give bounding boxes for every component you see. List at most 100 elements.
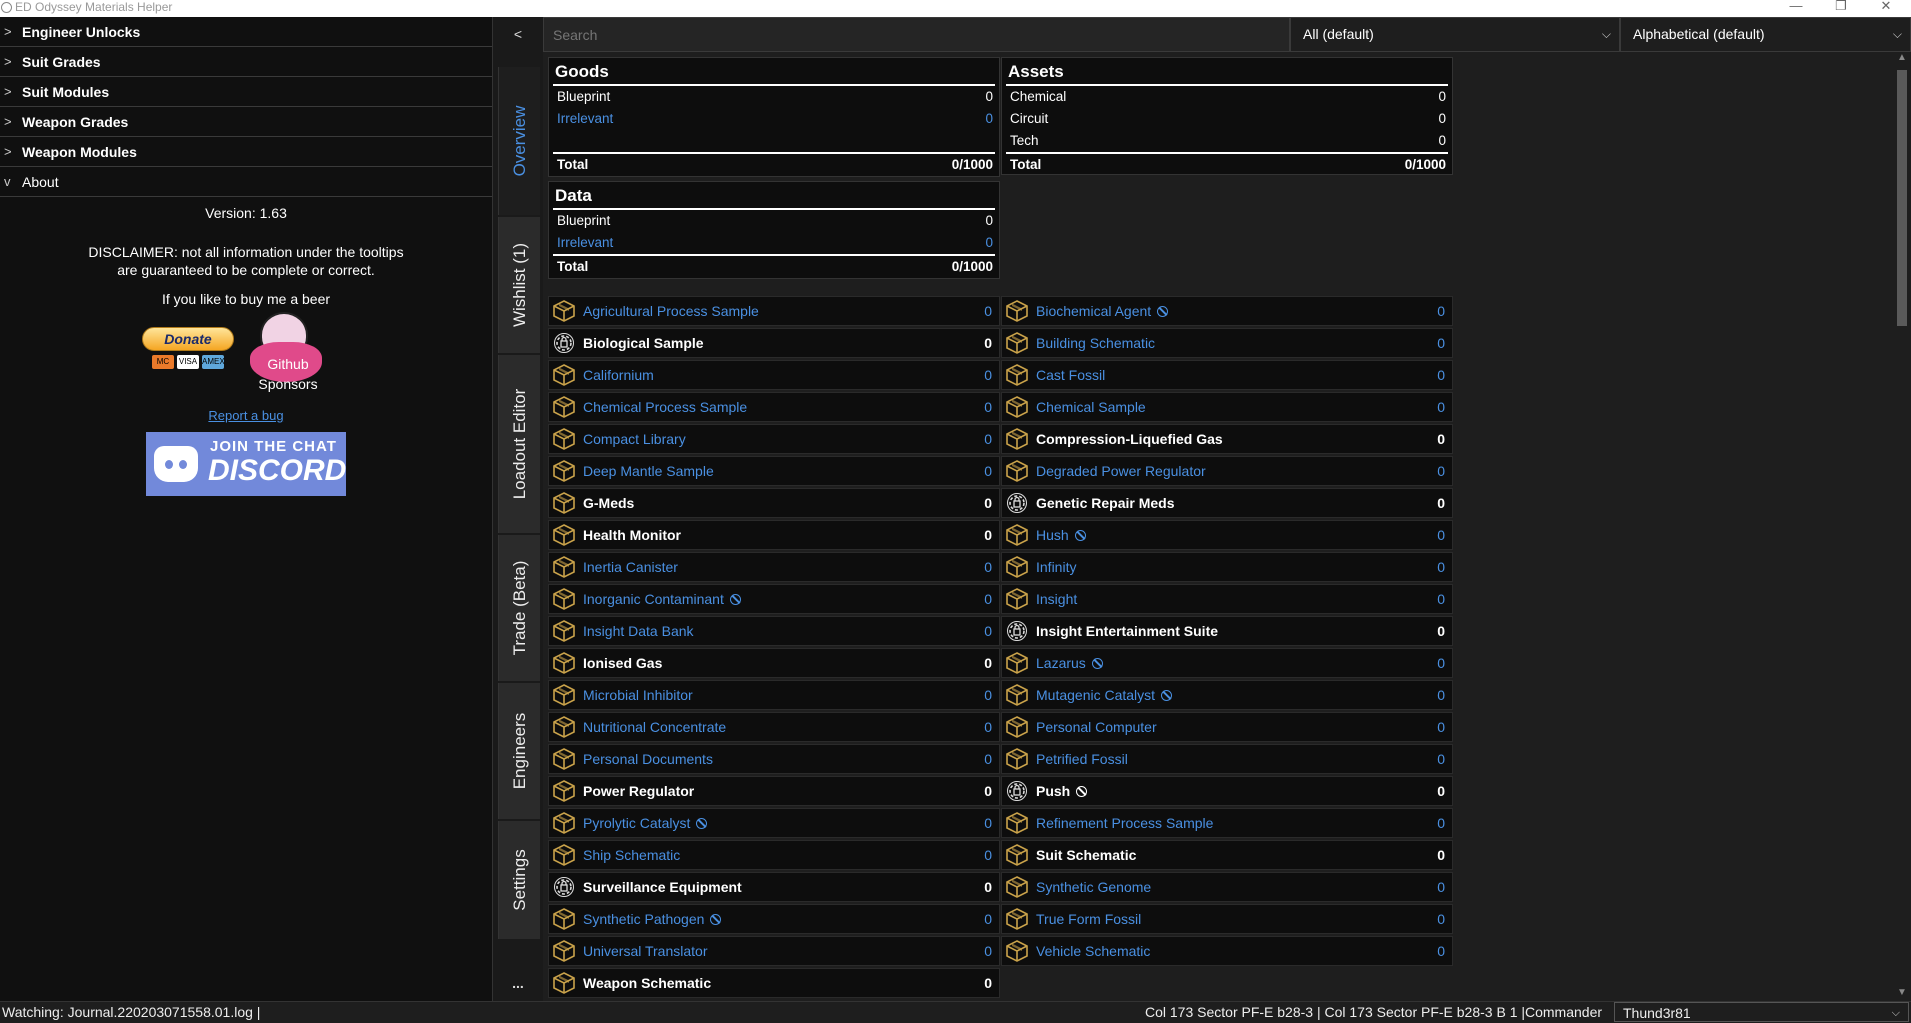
- summary-value: 0: [1438, 89, 1446, 104]
- accordion-engineer-unlocks[interactable]: > Engineer Unlocks: [0, 17, 492, 47]
- material-row[interactable]: Universal Translator 0: [548, 936, 1000, 966]
- material-name-text: Weapon Schematic: [583, 975, 712, 991]
- material-row[interactable]: Nutritional Concentrate 0: [548, 712, 1000, 742]
- material-row[interactable]: Agricultural Process Sample 0: [548, 296, 1000, 326]
- search-input[interactable]: [543, 17, 1290, 52]
- scrollbar-thumb[interactable]: [1897, 70, 1907, 326]
- material-row[interactable]: Weapon Schematic 0: [548, 968, 1000, 998]
- restore-button[interactable]: ❐: [1821, 0, 1861, 15]
- minimize-button[interactable]: —: [1776, 0, 1816, 15]
- tab-label: Trade (Beta): [509, 560, 529, 656]
- github-sponsors-button[interactable]: Github Sponsors: [248, 312, 328, 402]
- tab-label: Engineers: [509, 712, 529, 790]
- material-row[interactable]: Chemical Sample 0: [1001, 392, 1453, 422]
- material-row[interactable]: Insight 0: [1001, 584, 1453, 614]
- material-row[interactable]: Lazarus 0: [1001, 648, 1453, 678]
- material-row[interactable]: Chemical Process Sample 0: [548, 392, 1000, 422]
- summary-row: Blueprint 0: [549, 86, 999, 108]
- material-row[interactable]: Push 0: [1001, 776, 1453, 806]
- accordion-suit-modules[interactable]: > Suit Modules: [0, 77, 492, 107]
- material-count: 0: [984, 591, 992, 607]
- tab-wishlist[interactable]: Wishlist (1): [498, 217, 540, 353]
- accordion-suit-grades[interactable]: > Suit Grades: [0, 47, 492, 77]
- crate-icon: [1006, 364, 1028, 386]
- tab-settings[interactable]: Settings: [498, 821, 540, 939]
- material-name-text: Synthetic Genome: [1036, 879, 1152, 895]
- material-name: Weapon Schematic: [583, 969, 711, 998]
- scroll-down-icon[interactable]: ▼: [1893, 987, 1911, 1001]
- material-row[interactable]: Petrified Fossil 0: [1001, 744, 1453, 774]
- material-row[interactable]: Hush 0: [1001, 520, 1453, 550]
- material-row[interactable]: Degraded Power Regulator 0: [1001, 456, 1453, 486]
- material-row[interactable]: Refinement Process Sample 0: [1001, 808, 1453, 838]
- commander-select[interactable]: Thund3r81 ⌵: [1614, 1002, 1909, 1022]
- summary-total-row: Total 0/1000: [549, 256, 999, 278]
- material-row[interactable]: Ship Schematic 0: [548, 840, 1000, 870]
- material-count: 0: [1437, 847, 1445, 863]
- material-row[interactable]: Californium 0: [548, 360, 1000, 390]
- material-row[interactable]: Infinity 0: [1001, 552, 1453, 582]
- crate-icon: [553, 716, 575, 738]
- material-row[interactable]: Vehicle Schematic 0: [1001, 936, 1453, 966]
- more-tabs-button[interactable]: ...: [493, 975, 543, 991]
- material-row[interactable]: Genetic Repair Meds 0: [1001, 488, 1453, 518]
- material-row[interactable]: Mutagenic Catalyst 0: [1001, 680, 1453, 710]
- material-row[interactable]: Surveillance Equipment 0: [548, 872, 1000, 902]
- data-summary: Data Blueprint 0 Irrelevant 0 Total 0/1000: [548, 181, 1000, 279]
- material-row[interactable]: True Form Fossil 0: [1001, 904, 1453, 934]
- accordion-about[interactable]: v About: [0, 167, 492, 197]
- material-row[interactable]: Health Monitor 0: [548, 520, 1000, 550]
- tab-loadout-editor[interactable]: Loadout Editor: [498, 355, 540, 533]
- crate-icon: [1006, 556, 1028, 578]
- material-row[interactable]: Cast Fossil 0: [1001, 360, 1453, 390]
- close-button[interactable]: ✕: [1866, 0, 1906, 15]
- material-name: Universal Translator: [583, 937, 708, 966]
- material-row[interactable]: Personal Documents 0: [548, 744, 1000, 774]
- report-bug-link[interactable]: Report a bug: [208, 408, 283, 423]
- material-row[interactable]: Biological Sample 0: [548, 328, 1000, 358]
- material-row[interactable]: Ionised Gas 0: [548, 648, 1000, 678]
- crate-icon: [553, 652, 575, 674]
- filter-select[interactable]: All (default) ⌵: [1290, 17, 1620, 52]
- accordion-weapon-modules[interactable]: > Weapon Modules: [0, 137, 492, 167]
- material-row[interactable]: Inorganic Contaminant 0: [548, 584, 1000, 614]
- material-row[interactable]: Building Schematic 0: [1001, 328, 1453, 358]
- accordion-weapon-grades[interactable]: > Weapon Grades: [0, 107, 492, 137]
- material-row[interactable]: Inertia Canister 0: [548, 552, 1000, 582]
- material-name: Degraded Power Regulator: [1036, 457, 1206, 486]
- scrollbar[interactable]: ▲ ▼: [1893, 52, 1911, 1001]
- material-row[interactable]: Personal Computer 0: [1001, 712, 1453, 742]
- material-row[interactable]: Pyrolytic Catalyst 0: [548, 808, 1000, 838]
- material-name: Nutritional Concentrate: [583, 713, 726, 742]
- left-panel: > Engineer Unlocks > Suit Grades > Suit Mod…: [0, 17, 493, 1001]
- collapse-button[interactable]: <: [493, 17, 543, 52]
- material-row[interactable]: Insight Data Bank 0: [548, 616, 1000, 646]
- material-row[interactable]: Power Regulator 0: [548, 776, 1000, 806]
- tab-overview[interactable]: Overview: [498, 67, 540, 215]
- material-count: 0: [984, 815, 992, 831]
- material-row[interactable]: Compact Library 0: [548, 424, 1000, 454]
- material-name: Health Monitor: [583, 521, 681, 550]
- material-name: Surveillance Equipment: [583, 873, 742, 902]
- material-row[interactable]: Synthetic Genome 0: [1001, 872, 1453, 902]
- material-row[interactable]: Microbial Inhibitor 0: [548, 680, 1000, 710]
- material-row[interactable]: Biochemical Agent 0: [1001, 296, 1453, 326]
- material-row[interactable]: Insight Entertainment Suite 0: [1001, 616, 1453, 646]
- tab-trade[interactable]: Trade (Beta): [498, 535, 540, 681]
- material-row[interactable]: Suit Schematic 0: [1001, 840, 1453, 870]
- material-name: Insight Data Bank: [583, 617, 694, 646]
- summary-label: Total: [557, 157, 589, 172]
- donate-button[interactable]: Donate: [142, 327, 234, 351]
- material-row[interactable]: Deep Mantle Sample 0: [548, 456, 1000, 486]
- discord-banner[interactable]: JOIN THE CHAT DISCORD: [146, 432, 346, 496]
- material-row[interactable]: Compression-Liquefied Gas 0: [1001, 424, 1453, 454]
- scroll-up-icon[interactable]: ▲: [1893, 52, 1911, 66]
- material-name: Push: [1036, 777, 1088, 806]
- material-count: 0: [984, 911, 992, 927]
- material-name-text: Building Schematic: [1036, 335, 1156, 351]
- material-row[interactable]: Synthetic Pathogen 0: [548, 904, 1000, 934]
- tab-engineers[interactable]: Engineers: [498, 683, 540, 819]
- material-row[interactable]: G-Meds 0: [548, 488, 1000, 518]
- material-name-text: Synthetic Pathogen: [583, 911, 705, 927]
- sort-select[interactable]: Alphabetical (default) ⌵: [1620, 17, 1911, 52]
